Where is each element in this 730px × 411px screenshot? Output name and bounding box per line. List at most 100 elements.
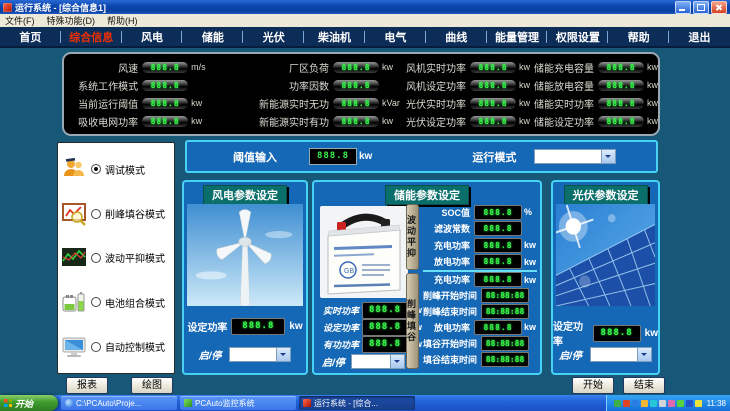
tray-icon[interactable] bbox=[668, 400, 675, 407]
start-label: 开始 bbox=[15, 397, 33, 410]
metric-unit: m/s bbox=[188, 62, 215, 72]
metric-label: 风机设定功率 bbox=[406, 78, 470, 93]
metric-label: 功率因数 bbox=[215, 78, 333, 93]
storage-setpoint-input[interactable]: 888.8 bbox=[362, 319, 408, 336]
metric-label: 设定功率 bbox=[317, 321, 362, 334]
led-input[interactable]: 888.8 bbox=[474, 320, 522, 335]
metric-unit: kw bbox=[644, 80, 658, 90]
tray-icon[interactable] bbox=[623, 400, 630, 407]
radio-unselected[interactable] bbox=[91, 209, 101, 219]
setpoint-unit: kw bbox=[289, 321, 302, 332]
time-led-input[interactable]: 88:88:88 bbox=[481, 304, 529, 319]
nav-exit[interactable]: 退出 bbox=[669, 29, 730, 45]
led-input[interactable]: 888.8 bbox=[474, 205, 522, 220]
mode-sidebar: 调试模式 削峰填谷模式 波动平抑模式 电池组合模式 自动控制模式 bbox=[57, 142, 175, 374]
nav-pv[interactable]: 光伏 bbox=[243, 29, 304, 45]
nav-permissions[interactable]: 权限设置 bbox=[547, 29, 608, 45]
led-display: 888.8 bbox=[362, 302, 408, 319]
pv-switch-select[interactable] bbox=[590, 347, 652, 362]
nav-wind[interactable]: 风电 bbox=[122, 29, 183, 45]
minimize-button[interactable] bbox=[675, 1, 691, 14]
time-led-input[interactable]: 88:88:88 bbox=[481, 336, 529, 351]
led-input[interactable]: 888.8 bbox=[474, 238, 522, 253]
menu-file[interactable]: 文件(F) bbox=[5, 14, 35, 27]
threshold-input[interactable]: 888.8 bbox=[309, 148, 357, 165]
wind-params-panel: 风电参数设定 设定功率 888.8 kw 启/停 bbox=[182, 180, 308, 375]
metric-label: 削峰开始时间 bbox=[423, 289, 481, 302]
maximize-button[interactable] bbox=[693, 1, 709, 14]
pv-setpoint-input[interactable]: 888.8 bbox=[593, 325, 641, 342]
threshold-label: 阈值输入 bbox=[233, 149, 277, 165]
folder-window-icon bbox=[65, 399, 73, 407]
mode-option-auto-control[interactable]: 自动控制模式 bbox=[61, 334, 171, 360]
time-led-input[interactable]: 88:88:88 bbox=[481, 288, 529, 303]
nav-help[interactable]: 帮助 bbox=[608, 29, 669, 45]
mode-option-battery-combo[interactable]: 电池组合模式 bbox=[61, 289, 171, 315]
system-tray: 11:38 bbox=[606, 395, 730, 411]
tray-icon[interactable] bbox=[677, 400, 684, 407]
tray-icon[interactable] bbox=[650, 400, 657, 407]
menu-help[interactable]: 帮助(H) bbox=[107, 14, 138, 27]
run-mode-label: 运行模式 bbox=[472, 149, 516, 165]
tray-icon[interactable] bbox=[659, 400, 666, 407]
battery-image: GB bbox=[320, 206, 408, 298]
runtime-app-icon bbox=[303, 399, 311, 407]
led-input[interactable]: 888.8 bbox=[474, 254, 522, 269]
led-input[interactable]: 888.8 bbox=[474, 272, 522, 287]
time-led-input[interactable]: 88:88:88 bbox=[481, 352, 529, 367]
led-display: 888.8 bbox=[470, 98, 516, 109]
led-display: 888.8 bbox=[333, 80, 379, 91]
storage-switch-select[interactable] bbox=[351, 354, 405, 369]
led-display: 888.8 bbox=[598, 62, 644, 73]
metric-unit: kw bbox=[516, 116, 534, 126]
storage-panel-title: 储能参数设定 bbox=[385, 185, 469, 205]
nav-curves[interactable]: 曲线 bbox=[426, 29, 487, 45]
tray-icon[interactable] bbox=[632, 400, 639, 407]
led-input[interactable]: 888.8 bbox=[474, 221, 522, 236]
setpoint-unit: kw bbox=[645, 328, 658, 339]
nav-overview[interactable]: 综合信息 bbox=[61, 29, 122, 45]
draw-button[interactable]: 绘图 bbox=[131, 377, 173, 394]
nav-bar: 首页 综合信息 风电 储能 光伏 柴油机 电气 曲线 能量管理 权限设置 帮助 … bbox=[0, 27, 730, 48]
led-display: 888.8 bbox=[470, 62, 516, 73]
taskbar-clock: 11:38 bbox=[707, 399, 726, 408]
report-button[interactable]: 报表 bbox=[66, 377, 108, 394]
run-mode-select[interactable] bbox=[534, 149, 616, 164]
taskbar: 开始 C:\PCAuto\Proje... PCAuto监控系统 运行系统 - … bbox=[0, 395, 730, 411]
nav-storage[interactable]: 储能 bbox=[182, 29, 243, 45]
menu-special[interactable]: 特殊功能(D) bbox=[47, 14, 96, 27]
mode-option-peak-shaving[interactable]: 削峰填谷模式 bbox=[61, 201, 171, 227]
radio-unselected[interactable] bbox=[91, 297, 101, 307]
metric-unit: kw bbox=[516, 80, 534, 90]
taskbar-item-pcauto[interactable]: PCAuto监控系统 bbox=[180, 396, 296, 410]
wind-switch-select[interactable] bbox=[229, 347, 291, 362]
nav-energy-mgmt[interactable]: 能量管理 bbox=[487, 29, 548, 45]
taskbar-item-runtime[interactable]: 运行系统 - [综合... bbox=[299, 396, 415, 410]
taskbar-item-explorer[interactable]: C:\PCAuto\Proje... bbox=[61, 396, 177, 410]
chevron-down-icon bbox=[637, 348, 651, 361]
tray-icon[interactable] bbox=[695, 400, 702, 407]
nav-diesel[interactable]: 柴油机 bbox=[304, 29, 365, 45]
metric-label: 光伏实时功率 bbox=[406, 96, 470, 111]
metric-label: SOC值 bbox=[423, 206, 474, 219]
switch-label: 启/停 bbox=[322, 354, 345, 369]
metric-label: 充电功率 bbox=[423, 239, 474, 252]
nav-electric[interactable]: 电气 bbox=[365, 29, 426, 45]
radio-selected[interactable] bbox=[91, 164, 101, 174]
radio-unselected[interactable] bbox=[91, 253, 101, 263]
tray-icon[interactable] bbox=[686, 400, 693, 407]
titlebar: 运行系统 - [综合信息1] bbox=[0, 0, 730, 14]
end-run-button[interactable]: 结束 bbox=[623, 377, 665, 394]
start-menu-button[interactable]: 开始 bbox=[0, 395, 58, 411]
nav-home[interactable]: 首页 bbox=[0, 29, 61, 45]
mode-option-smoothing[interactable]: 波动平抑模式 bbox=[61, 245, 171, 271]
wind-setpoint-input[interactable]: 888.8 bbox=[231, 318, 285, 335]
start-run-button[interactable]: 开始 bbox=[572, 377, 614, 394]
close-button[interactable] bbox=[711, 1, 727, 14]
radio-unselected[interactable] bbox=[91, 342, 101, 352]
metric-unit: kw bbox=[516, 62, 534, 72]
tray-icon[interactable] bbox=[641, 400, 648, 407]
mode-option-debug[interactable]: 调试模式 bbox=[61, 156, 171, 182]
users-icon bbox=[61, 156, 87, 182]
tray-icon[interactable] bbox=[614, 400, 621, 407]
